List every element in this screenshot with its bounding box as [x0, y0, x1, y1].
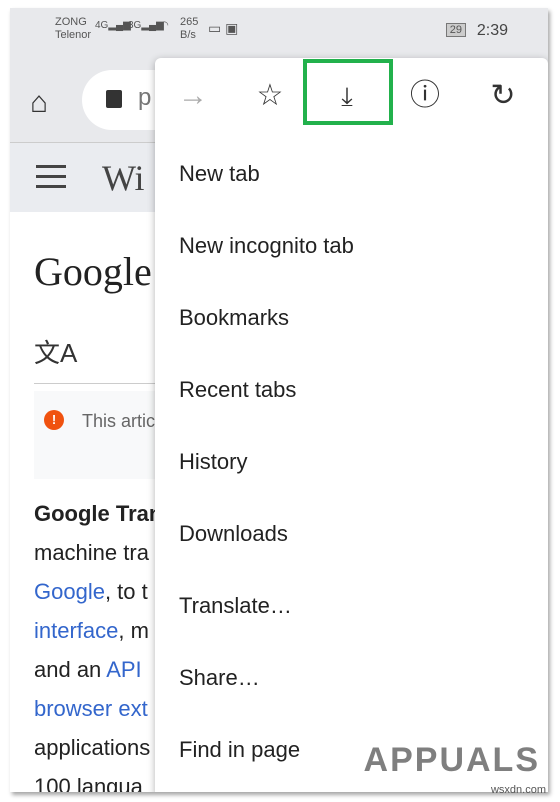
wikipedia-logo[interactable]: Wi — [102, 157, 145, 199]
signal-3g-icon: 3G▂▄▆ — [128, 20, 164, 31]
menu-item-share[interactable]: Share… — [155, 642, 548, 714]
wifi-icon: ◠ — [160, 20, 169, 31]
link-google[interactable]: Google — [34, 579, 105, 604]
status-bar: ZONG Telenor 4G▂▄▆ 3G▂▄▆ ◠ 265 B/s ▭ ▣ 29 … — [10, 8, 548, 56]
article-text: Google Tran machine tra Google, to t int… — [34, 501, 163, 792]
menu-icon[interactable] — [36, 165, 66, 195]
menu-item-new-incognito-tab[interactable]: New incognito tab — [155, 210, 548, 282]
download-highlight — [303, 59, 393, 125]
menu-item-history[interactable]: History — [155, 426, 548, 498]
reload-icon[interactable]: ↻ — [483, 76, 523, 116]
menu-item-recent-tabs[interactable]: Recent tabs — [155, 354, 548, 426]
menu-icon-row: → ☆ ⤓ ⓘ ↻ — [155, 58, 548, 138]
link-interface[interactable]: interface — [34, 618, 118, 643]
menu-item-new-tab[interactable]: New tab — [155, 138, 548, 210]
laptop-icon: ▭ ▣ — [208, 20, 239, 36]
info-icon[interactable]: ⓘ — [405, 76, 445, 116]
link-browser-ext[interactable]: browser ext — [34, 696, 148, 721]
watermark-logo: APPUALS — [363, 741, 540, 779]
phone-screen: ZONG Telenor 4G▂▄▆ 3G▂▄▆ ◠ 265 B/s ▭ ▣ 29 … — [10, 8, 548, 792]
menu-item-bookmarks[interactable]: Bookmarks — [155, 282, 548, 354]
menu-item-downloads[interactable]: Downloads — [155, 498, 548, 570]
signal-4g-icon: 4G▂▄▆ — [95, 20, 131, 31]
warning-icon: ! — [44, 410, 64, 430]
link-api[interactable]: API — [106, 657, 141, 682]
carrier-2: Telenor — [55, 29, 92, 41]
speed: 265 — [180, 16, 199, 28]
bookmark-star-icon[interactable]: ☆ — [250, 76, 290, 116]
battery-icon: 29 — [445, 23, 466, 37]
browser-menu: → ☆ ⤓ ⓘ ↻ New tab New incognito tab Book… — [155, 58, 548, 792]
page-title: Google — [34, 249, 152, 294]
menu-item-translate[interactable]: Translate… — [155, 570, 548, 642]
clock: 2:39 — [476, 22, 508, 39]
carrier-1: ZONG — [55, 16, 87, 28]
forward-icon[interactable]: → — [173, 76, 213, 116]
lock-icon — [106, 90, 122, 108]
language-icon[interactable]: 文A — [34, 333, 77, 370]
home-icon[interactable]: ⌂ — [30, 86, 48, 120]
watermark-site: wsxdn.com — [490, 784, 546, 796]
